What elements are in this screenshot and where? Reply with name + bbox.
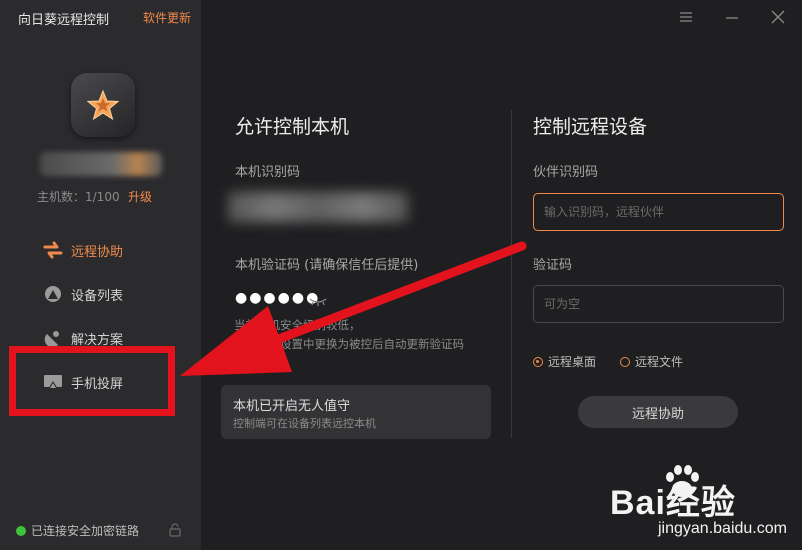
paw-icon <box>666 465 699 497</box>
baidu-watermark: Bai经验 jingyan.baidu.com <box>610 465 787 538</box>
watermark-url: jingyan.baidu.com <box>658 520 787 537</box>
